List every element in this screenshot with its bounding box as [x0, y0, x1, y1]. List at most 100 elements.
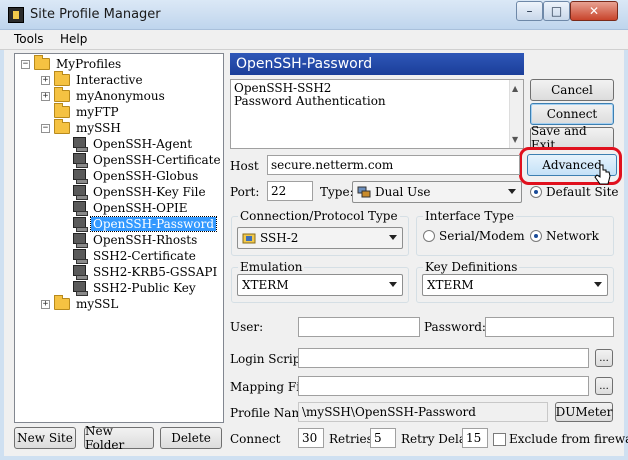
computer-icon	[73, 233, 88, 248]
cancel-button[interactable]: Cancel	[530, 79, 614, 101]
chevron-down-icon	[594, 282, 602, 287]
app-icon	[8, 7, 24, 23]
serial-modem-radio[interactable]	[423, 230, 435, 242]
new-folder-button[interactable]: New Folder	[84, 424, 154, 452]
network-radio[interactable]	[530, 230, 542, 242]
collapse-icon[interactable]: −	[21, 59, 30, 69]
tree-label: MyProfiles	[56, 57, 122, 71]
new-site-button[interactable]: New Site	[14, 427, 76, 449]
password-label: Password:	[424, 320, 486, 334]
tree-node-ssh-profile[interactable]: OpenSSH-Key File	[73, 184, 208, 200]
dumeter-button[interactable]: DUMeter	[555, 402, 613, 422]
tree-node-ssh-profile-selected[interactable]: OpenSSH-Password	[73, 216, 218, 232]
group-title: Key Definitions	[423, 260, 520, 274]
profile-description[interactable]: OpenSSH-SSH2 Password Authentication ▲ ▼	[230, 79, 524, 149]
serial-modem-label: Serial/Modem	[439, 229, 525, 243]
host-input[interactable]: secure.netterm.com	[267, 155, 520, 175]
menu-help[interactable]: Help	[60, 32, 87, 46]
type-select-value: Dual Use	[375, 185, 431, 199]
retry-delay-input[interactable]: 15	[462, 428, 488, 448]
password-input[interactable]	[485, 317, 614, 337]
tree-node-ssh-profile[interactable]: OpenSSH-Agent	[73, 136, 194, 152]
tree-node-ssh-profile[interactable]: SSH2-Certificate	[73, 248, 198, 264]
delete-button[interactable]: Delete	[160, 427, 222, 449]
connect-button[interactable]: Connect	[530, 103, 614, 125]
computer-icon	[73, 217, 88, 232]
tree-label: OpenSSH-Rhosts	[93, 233, 198, 247]
type-select[interactable]: Dual Use	[352, 181, 522, 203]
connection-protocol-select[interactable]: SSH-2	[237, 227, 403, 249]
tree-node-myanonymous[interactable]: + myAnonymous	[41, 87, 167, 104]
menu-bar	[0, 30, 628, 50]
expand-icon[interactable]: +	[41, 299, 50, 309]
tree-label: Interactive	[76, 73, 143, 87]
network-option[interactable]: Network	[530, 229, 599, 243]
folder-icon	[54, 71, 70, 86]
computer-icon	[73, 185, 88, 200]
tree-node-myssl[interactable]: + mySSL	[41, 295, 120, 312]
minimize-button[interactable]: –	[516, 1, 543, 21]
network-label: Network	[546, 229, 599, 243]
folder-icon	[54, 119, 70, 134]
tree-node-ssh-profile[interactable]: OpenSSH-Globus	[73, 168, 200, 184]
scroll-down-icon[interactable]: ▼	[512, 133, 518, 146]
emulation-select[interactable]: XTERM	[237, 274, 403, 296]
tree-node-ssh-profile[interactable]: OpenSSH-Certificate	[73, 152, 223, 168]
tree-node-myftp[interactable]: myFTP	[54, 103, 121, 120]
port-input[interactable]: 22	[267, 181, 313, 201]
description-line: Password Authentication	[234, 94, 386, 108]
chevron-down-icon	[389, 235, 397, 240]
group-title: Connection/Protocol Type	[238, 209, 400, 223]
folder-icon	[34, 55, 50, 70]
connect-timeout-input[interactable]: 30	[298, 428, 324, 448]
user-label: User:	[230, 320, 264, 334]
computer-icon	[73, 169, 88, 184]
computer-icon	[73, 281, 88, 296]
exclude-firewall-checkbox[interactable]	[493, 432, 506, 446]
tree-label: OpenSSH-Key File	[93, 185, 206, 199]
expand-icon[interactable]: +	[41, 91, 50, 101]
default-site-label: Default Site	[546, 185, 619, 199]
computer-icon	[73, 265, 88, 280]
tree-label: SSH2-Public Key	[93, 281, 196, 295]
tree-label: OpenSSH-Certificate	[93, 153, 221, 167]
computer-icon	[73, 201, 88, 216]
tree-node-ssh-profile[interactable]: OpenSSH-OPIE	[73, 200, 190, 216]
expand-icon[interactable]: +	[41, 75, 50, 85]
tree-node-myssh[interactable]: − mySSH	[41, 119, 123, 136]
tree-node-ssh-profile[interactable]: OpenSSH-Rhosts	[73, 232, 199, 248]
maximize-button[interactable]: □	[543, 1, 570, 21]
tree-node-interactive[interactable]: + Interactive	[41, 71, 145, 88]
folder-icon	[54, 103, 70, 118]
login-script-browse-button[interactable]: ...	[595, 349, 613, 367]
save-and-exit-button[interactable]: Save and Exit	[530, 124, 614, 152]
mapping-file-input[interactable]	[298, 376, 589, 396]
profile-tree[interactable]: − MyProfiles + Interactive + myAnonymous…	[14, 53, 224, 423]
description-scrollbar[interactable]: ▲ ▼	[509, 80, 523, 148]
key-definitions-value: XTERM	[427, 278, 474, 292]
menu-tools[interactable]: Tools	[14, 32, 44, 46]
window-title: Site Profile Manager	[30, 7, 161, 22]
mapping-file-browse-button[interactable]: ...	[595, 377, 613, 395]
scroll-up-icon[interactable]: ▲	[512, 82, 518, 95]
close-button[interactable]: ✕	[570, 1, 618, 21]
tree-node-myprofiles[interactable]: − MyProfiles	[21, 55, 123, 72]
network-icon	[357, 185, 371, 199]
collapse-icon[interactable]: −	[41, 123, 50, 133]
key-definitions-select[interactable]: XTERM	[422, 274, 608, 296]
exclude-firewall-option[interactable]: Exclude from firewall	[493, 432, 628, 446]
computer-icon	[73, 249, 88, 264]
tree-node-ssh-profile[interactable]: SSH2-Public Key	[73, 280, 198, 296]
user-input[interactable]	[298, 317, 420, 337]
folder-icon	[54, 295, 70, 310]
tree-label: OpenSSH-Globus	[93, 169, 199, 183]
default-site-radio[interactable]	[530, 186, 542, 198]
tree-label: SSH2-KRB5-GSSAPI	[93, 265, 218, 279]
login-script-input[interactable]	[298, 348, 589, 368]
folder-icon	[54, 87, 70, 102]
serial-modem-option[interactable]: Serial/Modem	[423, 229, 525, 243]
host-label: Host	[230, 159, 259, 173]
retries-input[interactable]: 5	[370, 428, 396, 448]
default-site-option[interactable]: Default Site	[530, 185, 619, 199]
tree-node-ssh-profile[interactable]: SSH2-KRB5-GSSAPI	[73, 264, 219, 280]
